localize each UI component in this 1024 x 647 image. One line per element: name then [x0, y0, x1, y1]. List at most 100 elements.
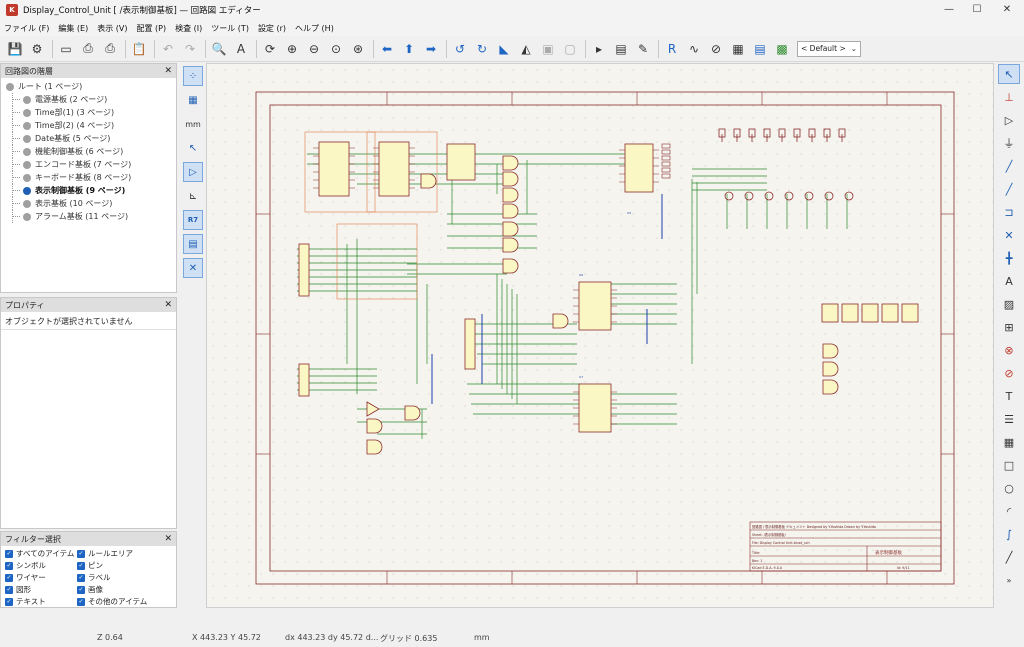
tree-item[interactable]: キーボード基板 (8 ページ): [1, 171, 176, 184]
more-icon[interactable]: »: [998, 570, 1020, 590]
redo-icon[interactable]: ↷: [181, 40, 199, 58]
menu-tools[interactable]: ツール (T): [211, 23, 249, 34]
properties-panel-icon[interactable]: ✕: [183, 258, 203, 278]
filter-checkbox[interactable]: ✓ テキスト: [5, 596, 77, 607]
save-icon[interactable]: 💾: [6, 40, 24, 58]
grid-overrides-icon[interactable]: ▦: [183, 90, 203, 110]
filter-checkbox[interactable]: ✓ ピン: [77, 560, 177, 571]
ungroup-icon[interactable]: ▢: [561, 40, 579, 58]
rotate-ccw-icon[interactable]: ↺: [451, 40, 469, 58]
hier-sheet-icon[interactable]: ⊗: [998, 340, 1020, 360]
filter-checkbox[interactable]: ✓ シンボル: [5, 560, 77, 571]
grid-icon[interactable]: ⁘: [183, 66, 203, 86]
filter-checkbox[interactable]: ✓ 画像: [77, 584, 177, 595]
add-power-icon[interactable]: ⏚: [998, 133, 1020, 153]
filter-checkbox[interactable]: ✓ ルールエリア: [77, 548, 177, 559]
navigate-back-icon[interactable]: ⬅: [378, 40, 396, 58]
zoom-objects-icon[interactable]: ⊛: [349, 40, 367, 58]
page-settings-icon[interactable]: ▭: [57, 40, 75, 58]
filter-checkbox[interactable]: ✓ ラベル: [77, 572, 177, 583]
textbox-icon[interactable]: ☰: [998, 409, 1020, 429]
net-label-icon[interactable]: A: [998, 271, 1020, 291]
arc-icon[interactable]: ◜: [998, 501, 1020, 521]
refresh-icon[interactable]: ⟳: [261, 40, 279, 58]
cursor-icon[interactable]: ↖: [183, 138, 203, 158]
close-icon[interactable]: ✕: [164, 66, 172, 76]
filter-checkbox[interactable]: ✓ その他のアイテム: [77, 596, 177, 607]
hier-label-icon[interactable]: ⊞: [998, 317, 1020, 337]
global-label-icon[interactable]: ▨: [998, 294, 1020, 314]
tree-root[interactable]: ルート (1 ページ): [1, 80, 176, 93]
zoom-out-icon[interactable]: ⊖: [305, 40, 323, 58]
tree-item[interactable]: 電源基板 (2 ページ): [1, 93, 176, 106]
import-sheet-pin-icon[interactable]: ⊘: [998, 363, 1020, 383]
rotate-cw-icon[interactable]: ↻: [473, 40, 491, 58]
simulator-icon[interactable]: ∿: [685, 40, 703, 58]
zoom-preset-select[interactable]: < Default > ⌄: [797, 40, 861, 57]
circle-icon[interactable]: ○: [998, 478, 1020, 498]
menu-place[interactable]: 配置 (P): [137, 23, 167, 34]
mirror-v-icon[interactable]: ◣: [495, 40, 513, 58]
find-replace-icon[interactable]: A: [232, 40, 250, 58]
mirror-h-icon[interactable]: ◭: [517, 40, 535, 58]
symbol-browser-icon[interactable]: ▤: [612, 40, 630, 58]
menu-view[interactable]: 表示 (V): [97, 23, 127, 34]
undo-icon[interactable]: ↶: [159, 40, 177, 58]
annotate-icon[interactable]: ✎: [634, 40, 652, 58]
netlist-icon[interactable]: ▤: [751, 40, 769, 58]
add-bus-icon[interactable]: ╱: [998, 179, 1020, 199]
pcb-editor-icon[interactable]: ▩: [773, 40, 791, 58]
tree-item[interactable]: Time部(2) (4 ページ): [1, 119, 176, 132]
tree-item[interactable]: 表示基板 (10 ページ): [1, 197, 176, 210]
tree-item[interactable]: Date基板 (5 ページ): [1, 132, 176, 145]
wire-angle-icon[interactable]: ⊾: [183, 186, 203, 206]
group-icon[interactable]: ▣: [539, 40, 557, 58]
hidden-pins-icon[interactable]: ▷: [183, 162, 203, 182]
zoom-fit-icon[interactable]: ⊙: [327, 40, 345, 58]
tree-item[interactable]: アラーム基板 (11 ページ): [1, 210, 176, 223]
highlight-net-icon[interactable]: ⊥: [998, 87, 1020, 107]
add-wire-icon[interactable]: ╱: [998, 156, 1020, 176]
table-icon[interactable]: ▦: [998, 432, 1020, 452]
menu-inspect[interactable]: 検査 (I): [175, 23, 202, 34]
no-connect-icon[interactable]: ✕: [998, 225, 1020, 245]
menu-file[interactable]: ファイル (F): [4, 23, 49, 34]
menu-edit[interactable]: 編集 (E): [58, 23, 88, 34]
tree-item[interactable]: Time部(1) (3 ページ): [1, 106, 176, 119]
navigate-up-icon[interactable]: ⬆: [400, 40, 418, 58]
symbol-editor-icon[interactable]: ▸: [590, 40, 608, 58]
tree-item[interactable]: 機能制御基板 (6 ページ): [1, 145, 176, 158]
hierarchy-panel-icon[interactable]: ▤: [183, 234, 203, 254]
close-icon[interactable]: ✕: [164, 300, 172, 310]
filter-checkbox[interactable]: ✓ ワイヤー: [5, 572, 77, 583]
annotate-refs-icon[interactable]: R7: [183, 210, 203, 230]
schematic-canvas[interactable]: U5 U6 U7 回路図 / 表示制御基板 ドキュメント Designed by Y…: [206, 63, 994, 608]
menu-preferences[interactable]: 設定 (r): [258, 23, 286, 34]
line-icon[interactable]: ╱: [998, 547, 1020, 567]
paste-icon[interactable]: 📋: [130, 40, 148, 58]
minimize-button[interactable]: —: [934, 0, 964, 20]
menu-help[interactable]: ヘルプ (H): [295, 23, 334, 34]
find-icon[interactable]: 🔍: [210, 40, 228, 58]
bus-entry-icon[interactable]: ⊐: [998, 202, 1020, 222]
zoom-in-icon[interactable]: ⊕: [283, 40, 301, 58]
rectangle-icon[interactable]: □: [998, 455, 1020, 475]
tree-item[interactable]: エンコード基板 (7 ページ): [1, 158, 176, 171]
plot-icon[interactable]: ⎙: [101, 40, 119, 58]
schematic-setup-icon[interactable]: ⚙: [28, 40, 46, 58]
text-icon[interactable]: T: [998, 386, 1020, 406]
close-icon[interactable]: ✕: [164, 534, 172, 544]
tree-item[interactable]: 表示制御基板 (9 ページ): [1, 184, 176, 197]
filter-checkbox[interactable]: ✓ 図形: [5, 584, 77, 595]
add-symbol-icon[interactable]: ▷: [998, 110, 1020, 130]
junction-icon[interactable]: ╋: [998, 248, 1020, 268]
print-icon[interactable]: ⎙: [79, 40, 97, 58]
assign-footprints-icon[interactable]: ⊘: [707, 40, 725, 58]
erc-icon[interactable]: R: [663, 40, 681, 58]
navigate-forward-icon[interactable]: ➡: [422, 40, 440, 58]
bom-icon[interactable]: ▦: [729, 40, 747, 58]
maximize-button[interactable]: ☐: [962, 0, 992, 20]
close-button[interactable]: ✕: [992, 0, 1022, 20]
filter-checkbox[interactable]: ✓ すべてのアイテム: [5, 548, 77, 559]
bezier-icon[interactable]: ∫: [998, 524, 1020, 544]
